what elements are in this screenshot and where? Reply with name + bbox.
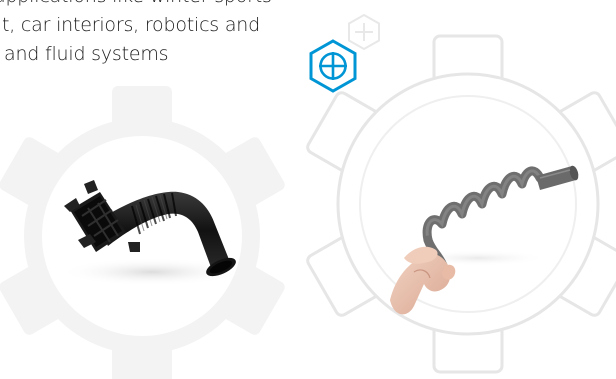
- left-gear-icon: [0, 86, 285, 379]
- plus-hexagon-icon-faint: [348, 13, 380, 51]
- plus-hexagon-icon[interactable]: [309, 39, 357, 93]
- product-illustration: [0, 13, 616, 379]
